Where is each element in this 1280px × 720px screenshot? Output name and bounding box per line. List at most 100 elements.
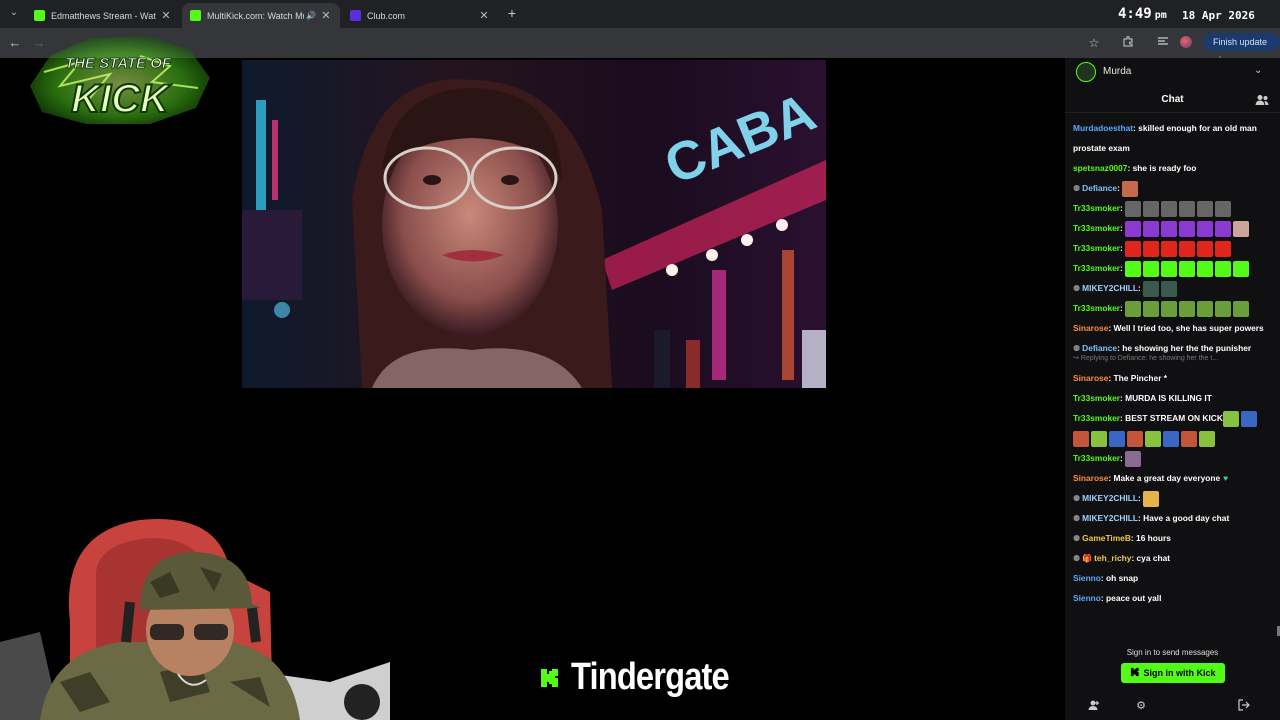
chat-username[interactable]: teh_richy <box>1094 553 1131 563</box>
stream-title-overlay: Tindergate <box>571 656 730 698</box>
chat-message: ⚉ GameTimeB: 16 hours <box>1073 528 1273 549</box>
reply-reference[interactable]: ↪ Replying to Defiance: he showing her t… <box>1073 354 1273 362</box>
logout-icon[interactable] <box>1237 699 1251 713</box>
chat-emote-icon <box>1179 260 1196 277</box>
chat-emote-icon <box>1091 430 1107 447</box>
chat-username[interactable]: Sinarose <box>1073 373 1108 383</box>
stream-video-player[interactable]: CABA <box>242 60 826 388</box>
chat-emote-icon <box>1143 490 1160 507</box>
clock-time: 4:49 pm <box>1118 6 1167 22</box>
finish-update-button[interactable]: Finish update ⋮ <box>1203 33 1280 65</box>
chat-message-text: Have a good day chat <box>1143 513 1230 523</box>
chat-username[interactable]: Sienno <box>1073 593 1101 603</box>
chat-username[interactable]: MIKEY2CHILL <box>1082 283 1138 293</box>
chat-emote-icon <box>1181 430 1197 447</box>
chat-username[interactable]: Tr33smoker <box>1073 223 1120 233</box>
chat-emote-icon <box>1197 240 1214 257</box>
chat-message: prostate exam <box>1073 138 1273 158</box>
chat-username[interactable]: Tr33smoker <box>1073 243 1120 253</box>
chat-emote-icon <box>1127 430 1143 447</box>
chat-emote-icon <box>1143 260 1160 277</box>
chat-username[interactable]: Defiance <box>1082 343 1117 353</box>
chat-username[interactable]: Tr33smoker <box>1073 453 1120 463</box>
tab-close-icon[interactable]: ✕ <box>160 9 172 22</box>
chat-emote-icon <box>1197 260 1214 277</box>
tab-title: MultiKick.com: Watch Multiple <box>207 10 304 21</box>
chat-emote-icon <box>1143 280 1160 297</box>
chat-emote-icon <box>1163 430 1179 447</box>
add-user-icon[interactable] <box>1087 699 1101 713</box>
channel-avatar <box>1076 62 1096 82</box>
chat-message: Tr33smoker: <box>1073 448 1273 468</box>
profile-avatar[interactable] <box>1180 36 1192 48</box>
chat-emote-icon <box>1199 430 1215 447</box>
chat-message: Sienno: peace out yall <box>1073 588 1273 608</box>
tab-close-icon[interactable]: ✕ <box>478 9 490 22</box>
logo-line1: THE STATE OF <box>65 55 172 72</box>
gift-badge-icon: 🎁 <box>1082 554 1093 563</box>
chat-message: Tr33smoker: <box>1073 298 1273 318</box>
tab-club[interactable]: Club.com ✕ <box>342 3 498 28</box>
chat-message-text: cya chat <box>1136 553 1171 563</box>
club-favicon-icon <box>350 10 361 21</box>
tab-multikick[interactable]: MultiKick.com: Watch Multiple 🔊 ✕ <box>182 3 340 28</box>
chat-emote-icon <box>1179 200 1196 217</box>
chat-message-list[interactable]: Murdadoesthat: skilled enough for an old… <box>1073 118 1273 638</box>
tab-search-chevron-icon[interactable]: ⌄ <box>6 5 22 21</box>
user-badge-icon: ⚉ <box>1073 344 1081 353</box>
chat-emote-icon <box>1161 240 1178 257</box>
chat-message: Tr33smoker: BEST STREAM ON KICK <box>1073 408 1273 428</box>
chat-message: Tr33smoker: MURDA IS KILLING IT <box>1073 388 1273 408</box>
tab-close-icon[interactable]: ✕ <box>320 9 332 22</box>
chat-message-text: BEST STREAM ON KICK <box>1125 413 1223 423</box>
chat-message: spetsnaz0007: she is ready foo <box>1073 158 1273 178</box>
chevron-down-icon[interactable]: ⌄ <box>1254 65 1262 76</box>
chat-username[interactable]: Defiance <box>1082 183 1117 193</box>
chat-username[interactable]: Sinarose <box>1073 323 1108 333</box>
chat-message: ⚉ 🎁 teh_richy: cya chat <box>1073 548 1273 569</box>
chat-username[interactable]: MIKEY2CHILL <box>1082 493 1138 503</box>
chat-message: Tr33smoker: <box>1073 218 1273 238</box>
chat-emote-icon <box>1122 180 1139 197</box>
chat-username[interactable]: GameTimeB <box>1082 533 1131 543</box>
screen: ⌄ Edmatthews Stream - Watch Live ✕ Multi… <box>0 0 1280 720</box>
chat-message <box>1073 428 1273 448</box>
state-of-kick-logo: THE STATE OF KICK <box>20 26 216 128</box>
gear-icon[interactable]: ⚙ <box>1134 699 1148 713</box>
chat-username[interactable]: Tr33smoker <box>1073 393 1120 403</box>
chat-username[interactable]: Tr33smoker <box>1073 263 1120 273</box>
chat-emote-icon <box>1125 200 1142 217</box>
signin-prompt: Sign in to send messages <box>1126 648 1219 657</box>
user-badge-icon: ⚉ <box>1073 554 1081 563</box>
chat-emote-icon <box>1161 200 1178 217</box>
chat-emote-icon <box>1125 260 1142 277</box>
chat-username[interactable]: spetsnaz0007 <box>1073 163 1127 173</box>
signin-with-kick-button[interactable]: Sign in with Kick <box>1121 663 1225 683</box>
bookmark-star-icon[interactable]: ☆ <box>1085 34 1103 52</box>
tab-edmatthews[interactable]: Edmatthews Stream - Watch Live ✕ <box>26 3 180 28</box>
webcam-overlay <box>0 512 390 720</box>
chat-panel: Murda ⌄ Chat Murdadoesthat: skilled enou… <box>1065 58 1280 720</box>
divider <box>1065 112 1280 113</box>
multikick-favicon-icon <box>190 10 201 21</box>
chat-username[interactable]: Sienno <box>1073 573 1101 583</box>
extensions-icon[interactable] <box>1119 34 1137 52</box>
chat-message: Sinarose: Well I tried too, she has supe… <box>1073 318 1273 338</box>
chat-username[interactable]: MIKEY2CHILL <box>1082 513 1138 523</box>
chat-emote-icon <box>1197 300 1214 317</box>
chat-username[interactable]: Sinarose <box>1073 473 1108 483</box>
chat-channel-header[interactable]: Murda ⌄ <box>1065 58 1280 86</box>
chat-users-icon[interactable] <box>1255 93 1269 105</box>
chat-emote-icon <box>1125 220 1142 237</box>
chat-username[interactable]: Tr33smoker <box>1073 413 1120 423</box>
reading-list-icon[interactable] <box>1154 34 1172 52</box>
new-tab-button[interactable]: + <box>504 5 520 21</box>
speaker-icon[interactable]: 🔊 <box>306 11 316 20</box>
chat-username[interactable]: Murdadoesthat <box>1073 123 1133 133</box>
chat-title: Chat <box>1161 94 1184 105</box>
chat-username[interactable]: Tr33smoker <box>1073 303 1120 313</box>
chat-username[interactable]: Tr33smoker <box>1073 203 1120 213</box>
chat-emote-icon <box>1145 430 1161 447</box>
kick-favicon-icon <box>34 10 45 21</box>
chat-emote-icon <box>1215 200 1232 217</box>
